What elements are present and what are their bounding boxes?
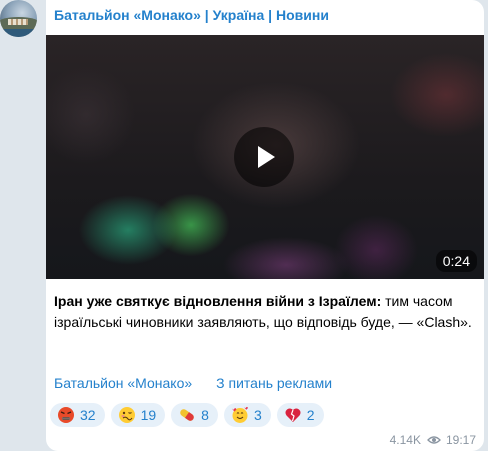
reaction-pill[interactable]: 8 [171,403,218,427]
reaction-count: 3 [253,407,262,423]
message-bubble: Батальйон «Монако» | Україна | Новини 0:… [46,0,484,451]
post-bold-text: Іран уже святкує відновлення війни з Ізр… [54,293,382,309]
eye-icon [427,436,441,444]
reaction-angry[interactable]: 32 [50,403,105,427]
pill-icon [180,409,194,421]
play-icon [258,146,275,168]
reaction-broken-heart[interactable]: 2 [276,403,324,427]
view-count: 4.14K [389,433,421,447]
woozy-face-icon [118,407,135,423]
reaction-count: 2 [306,407,315,423]
reaction-count: 19 [140,407,157,423]
reaction-count: 8 [201,407,209,423]
post-links: Батальйон «Монако» З питань реклами [54,375,332,391]
ads-link[interactable]: З питань реклами [216,375,332,391]
message-time: 19:17 [445,433,476,447]
message-meta: 4.14K 19:17 [390,433,476,447]
channel-link[interactable]: Батальйон «Монако» [54,375,192,391]
reactions-bar: 32 19 8 3 2 [50,403,324,427]
broken-heart-icon [285,408,301,422]
channel-name[interactable]: Батальйон «Монако» | Україна | Новини [54,7,329,23]
channel-avatar[interactable] [0,0,37,37]
post-text: Іран уже святкує відновлення війни з Ізр… [54,291,474,333]
video-duration: 0:24 [435,250,477,272]
angry-face-icon [58,407,74,423]
video-preview[interactable]: 0:24 [46,35,484,279]
play-button[interactable] [234,127,294,187]
reaction-woozy[interactable]: 19 [110,403,166,427]
smiling-face-with-hearts-icon [232,406,248,423]
reaction-count: 32 [80,407,96,423]
reaction-hearts[interactable]: 3 [223,403,271,427]
